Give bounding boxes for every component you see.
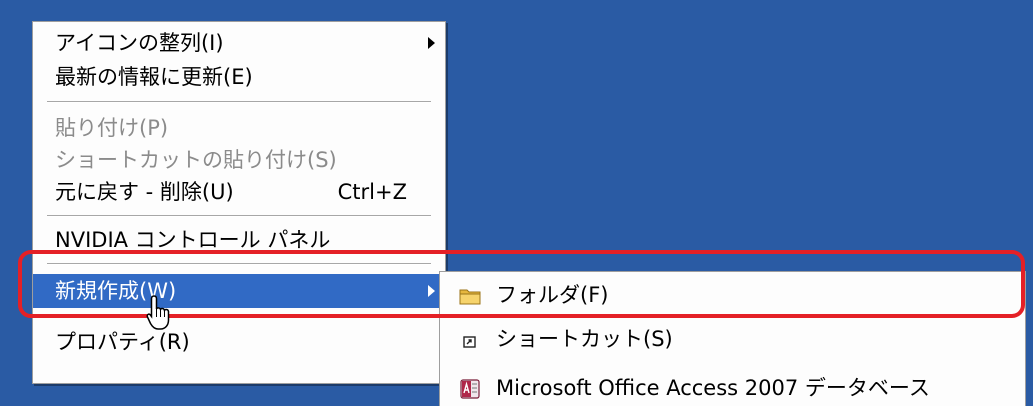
menu-item-properties[interactable]: プロパティ(R) [33,325,445,359]
submenu-item-label: Microsoft Office Access 2007 データベース [496,376,930,400]
menu-item-label: 元に戻す - 削除(U) [55,180,234,204]
menu-item-paste-shortcut[interactable]: ショートカットの貼り付け(S) [33,143,445,177]
hand-pointer-cursor-icon [146,295,170,330]
menu-separator [47,315,431,317]
submenu-arrow-icon [428,37,435,49]
folder-icon [459,289,481,305]
menu-item-label: 最新の情報に更新(E) [55,65,253,89]
menu-item-label: 貼り付け(P) [55,116,169,140]
submenu-item-label: フォルダ(F) [496,283,609,307]
new-submenu: フォルダ(F) ショートカット(S) Microsoft Office Acce… [439,271,1026,406]
menu-item-paste[interactable]: 貼り付け(P) [33,111,445,145]
menu-item-new[interactable]: 新規作成(W) [33,274,445,308]
menu-item-label: プロパティ(R) [55,330,190,354]
menu-separator [47,101,431,103]
submenu-item-folder[interactable]: フォルダ(F) [440,278,1025,312]
desktop-context-menu: アイコンの整列(I) 最新の情報に更新(E) 貼り付け(P) ショートカットの貼… [32,21,446,384]
submenu-item-access-database[interactable]: Microsoft Office Access 2007 データベース [440,371,1025,405]
menu-item-label: NVIDIA コントロール パネル [55,228,331,252]
access-database-icon [460,379,480,399]
menu-item-arrange-icons[interactable]: アイコンの整列(I) [33,26,445,60]
menu-separator [47,263,431,265]
menu-item-refresh[interactable]: 最新の情報に更新(E) [33,60,445,94]
menu-item-label: アイコンの整列(I) [55,31,224,55]
menu-separator [47,215,431,217]
submenu-item-label: ショートカット(S) [496,327,673,351]
submenu-arrow-icon [428,285,435,297]
shortcut-icon [463,336,476,348]
menu-item-shortcut: Ctrl+Z [337,180,407,204]
submenu-item-shortcut[interactable]: ショートカット(S) [440,322,1025,356]
menu-item-label: ショートカットの貼り付け(S) [55,148,337,172]
menu-item-nvidia-control-panel[interactable]: NVIDIA コントロール パネル [33,223,445,257]
menu-item-undo-delete[interactable]: 元に戻す - 削除(U) Ctrl+Z [33,175,445,209]
